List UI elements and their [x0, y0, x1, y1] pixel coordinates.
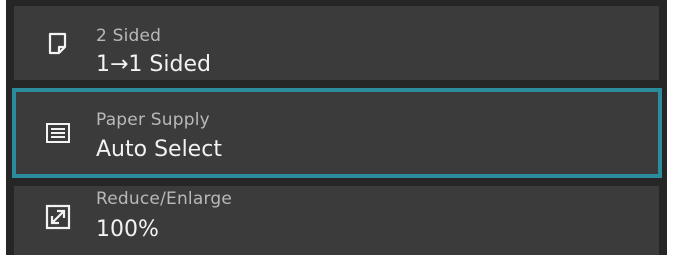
setting-row-paper-supply[interactable]: Paper Supply Auto Select — [12, 88, 662, 178]
setting-value: 1→1 Sided — [96, 52, 211, 77]
setting-value: Auto Select — [96, 137, 222, 162]
setting-row-2-sided[interactable]: 2 Sided 1→1 Sided — [14, 6, 659, 80]
settings-panel: 2 Sided 1→1 Sided Paper Supply Auto Sele… — [6, 0, 667, 255]
document-page-icon — [44, 30, 72, 58]
setting-value: 100% — [96, 217, 159, 242]
setting-label: 2 Sided — [96, 26, 162, 46]
paper-tray-icon — [44, 119, 72, 147]
setting-label: Reduce/Enlarge — [96, 189, 233, 209]
setting-row-reduce-enlarge[interactable]: Reduce/Enlarge 100% — [14, 186, 659, 255]
enlarge-icon — [44, 203, 72, 231]
setting-label: Paper Supply — [96, 110, 210, 130]
